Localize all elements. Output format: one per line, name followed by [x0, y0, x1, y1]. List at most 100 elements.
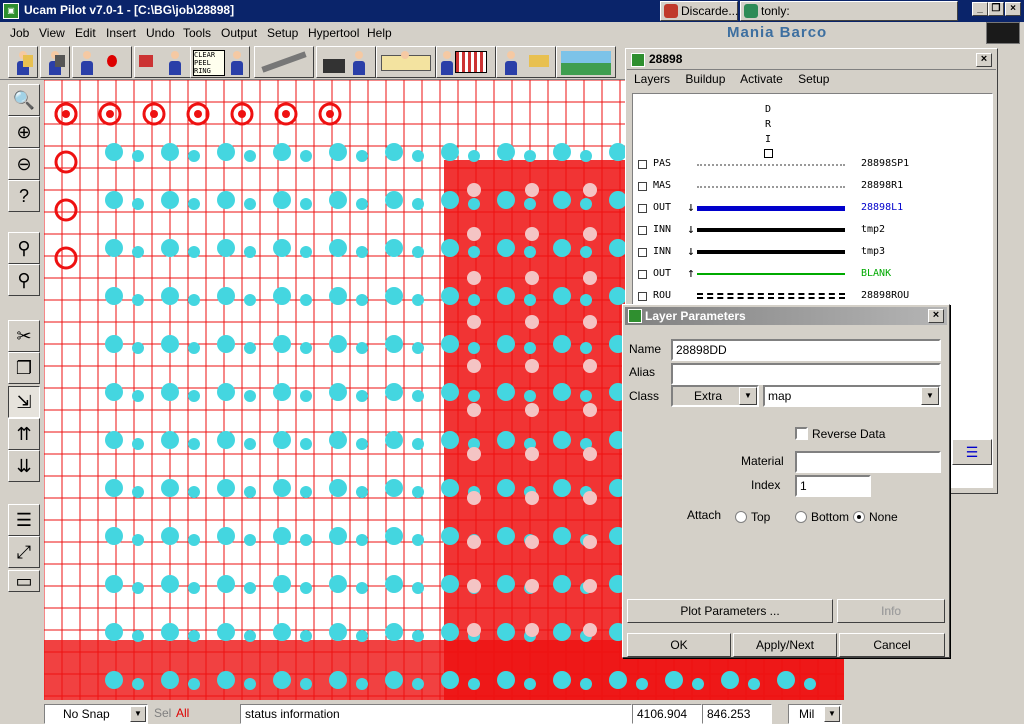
- zoom-query-icon[interactable]: ?: [8, 180, 40, 212]
- layer-checkbox[interactable]: [638, 204, 647, 213]
- copy-icon[interactable]: ❐: [8, 352, 40, 384]
- layer-type: OUT: [653, 202, 672, 213]
- zoom-out-icon[interactable]: ⊖: [8, 148, 40, 180]
- ok-label: OK: [670, 638, 688, 652]
- menu-output[interactable]: Output: [221, 26, 257, 40]
- menu-buildup[interactable]: Buildup: [685, 72, 725, 86]
- windows-logo-icon: [986, 22, 1020, 44]
- left-toolbar: 🔍 ⊕ ⊖ ? ⚲ ⚲ ✂ ❐ ⇲ ⇈ ⇊ ☰ ⤢ ▭: [0, 80, 44, 724]
- menu-layers[interactable]: Layers: [634, 72, 670, 86]
- layer-name: 28898SP1: [861, 158, 910, 169]
- snap-value: No Snap: [63, 707, 110, 721]
- layer-checkbox[interactable]: [638, 292, 647, 301]
- menu-undo[interactable]: Undo: [146, 26, 175, 40]
- layer-row[interactable]: INN ↓ tmp3: [633, 242, 992, 264]
- layer-checkbox[interactable]: [638, 226, 647, 235]
- tools-wrench-icon[interactable]: [254, 46, 314, 78]
- operator-drill-icon[interactable]: [40, 46, 70, 78]
- align-icon[interactable]: ⇈: [8, 418, 40, 450]
- attach-bottom-label: Bottom: [811, 510, 850, 524]
- apply-next-button[interactable]: Apply/Next: [733, 633, 837, 657]
- layer-row[interactable]: MAS 28898R1: [633, 176, 992, 198]
- transform-icon[interactable]: ⤢: [8, 536, 40, 568]
- ok-button[interactable]: OK: [627, 633, 731, 657]
- taskbar-item-mail[interactable]: tonly:: [740, 1, 958, 21]
- material-field[interactable]: [795, 451, 941, 473]
- menu-tools[interactable]: Tools: [183, 26, 211, 40]
- close-button[interactable]: ×: [1005, 2, 1021, 16]
- dimension-person-icon[interactable]: ⚲: [8, 232, 40, 264]
- layer-row[interactable]: OUT ↑ BLANK: [633, 264, 992, 286]
- menu-activate[interactable]: Activate: [740, 72, 783, 86]
- info-button[interactable]: Info: [837, 599, 945, 623]
- plot-parameters-button[interactable]: Plot Parameters ...: [627, 599, 833, 623]
- attach-bottom-radio[interactable]: [795, 511, 807, 523]
- layer-row[interactable]: OUT ↓ 28898L1: [633, 198, 992, 220]
- taskbar-item-discard[interactable]: Discarde...: [660, 1, 738, 21]
- index-field[interactable]: 1: [795, 475, 871, 497]
- menu-setup[interactable]: Setup: [267, 26, 298, 40]
- attach-none-radio[interactable]: [853, 511, 865, 523]
- ucam-icon[interactable]: ▣: [3, 3, 19, 19]
- distribute-icon[interactable]: ⇊: [8, 450, 40, 482]
- close-icon[interactable]: ×: [976, 53, 992, 67]
- panel-icon[interactable]: [376, 46, 436, 78]
- landscape-icon[interactable]: [556, 46, 616, 78]
- grid-layout-icon[interactable]: [436, 46, 496, 78]
- menu-hypertool[interactable]: Hypertool: [308, 26, 359, 40]
- zoom-in-icon[interactable]: ⊕: [8, 116, 40, 148]
- layer-checkbox[interactable]: [638, 248, 647, 257]
- ruler-icon[interactable]: ▭: [8, 570, 40, 592]
- layer-name: 28898R1: [861, 180, 904, 191]
- index-label: Index: [751, 478, 781, 492]
- restore-button[interactable]: ❐: [988, 2, 1004, 16]
- unit-select[interactable]: Mil ▼: [788, 704, 842, 724]
- move-icon[interactable]: ⇲: [8, 386, 40, 418]
- taskbar-item-label: tonly:: [761, 4, 790, 18]
- minimize-button[interactable]: _: [972, 2, 988, 16]
- layer-list-view-button[interactable]: ☰: [952, 439, 992, 465]
- name-label: Name: [629, 342, 662, 356]
- menu-insert[interactable]: Insert: [106, 26, 136, 40]
- operator-gun-icon[interactable]: [496, 46, 556, 78]
- dialog-title-bar: Layer Parameters ×: [625, 307, 947, 325]
- ucam-icon: [628, 309, 642, 323]
- chevron-down-icon: ▼: [130, 706, 146, 722]
- zoom-icon[interactable]: 🔍: [8, 84, 40, 116]
- operator-chart-icon[interactable]: [134, 46, 194, 78]
- dri-column-header: D R I: [763, 102, 773, 158]
- coord-x: 4106.904: [632, 704, 702, 724]
- snap-select[interactable]: No Snap ▼: [44, 704, 148, 724]
- reverse-data-checkbox[interactable]: [795, 427, 808, 440]
- layer-checkbox[interactable]: [638, 182, 647, 191]
- close-icon[interactable]: ×: [928, 309, 944, 323]
- layer-name: 28898L1: [861, 202, 904, 213]
- layer-checkbox[interactable]: [638, 270, 647, 279]
- cancel-button[interactable]: Cancel: [839, 633, 945, 657]
- alias-field[interactable]: [671, 363, 941, 385]
- coord-y: 846.253: [702, 704, 772, 724]
- scissors-icon[interactable]: ✂: [8, 320, 40, 352]
- class-map-select[interactable]: map ▼: [763, 385, 941, 407]
- name-field[interactable]: 28898DD: [671, 339, 941, 361]
- menu-view[interactable]: View: [39, 26, 65, 40]
- properties-icon[interactable]: ☰: [8, 504, 40, 536]
- layer-row[interactable]: INN ↓ tmp2: [633, 220, 992, 242]
- layer-checkbox[interactable]: [638, 160, 647, 169]
- chevron-down-icon: ▼: [739, 387, 757, 405]
- menu-edit[interactable]: Edit: [75, 26, 96, 40]
- layer-person-icon[interactable]: ⚲: [8, 264, 40, 296]
- operator-icon[interactable]: [8, 46, 38, 78]
- attach-top-radio[interactable]: [735, 511, 747, 523]
- menu-job[interactable]: Job: [10, 26, 29, 40]
- menu-help[interactable]: Help: [367, 26, 392, 40]
- menu-setup[interactable]: Setup: [798, 72, 829, 86]
- camera-icon[interactable]: [316, 46, 376, 78]
- index-value: 1: [800, 479, 807, 493]
- class-select[interactable]: Extra ▼: [671, 385, 759, 407]
- clear-peel-ring-icon[interactable]: CLEAR PEEL RING: [190, 46, 250, 78]
- layer-row[interactable]: PAS 28898SP1: [633, 154, 992, 176]
- operator-stop-icon[interactable]: [72, 46, 132, 78]
- dri-i: I: [764, 134, 772, 145]
- sel-value[interactable]: All: [176, 706, 189, 720]
